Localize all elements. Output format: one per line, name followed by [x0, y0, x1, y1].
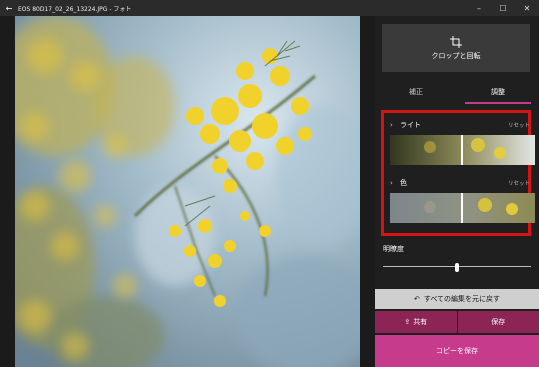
save-copy-label: コピーを保存	[436, 347, 478, 355]
light-label: ライト	[400, 121, 421, 129]
light-reset-link[interactable]: リセット	[508, 121, 530, 129]
tab-adjust-label: 調整	[491, 88, 505, 96]
color-preview-strip[interactable]	[390, 193, 535, 223]
maximize-icon[interactable]: ☐	[491, 4, 515, 13]
window-title: EOS 80D17_02_26_13224.JPG - フォト	[18, 5, 132, 13]
light-preview-image	[390, 135, 535, 165]
share-button[interactable]: ⇪ 共有	[375, 311, 457, 333]
light-section-header[interactable]: › ライト リセット	[390, 119, 530, 131]
chevron-right-icon: ›	[390, 179, 393, 187]
color-label: 色	[400, 179, 407, 187]
tab-adjust[interactable]: 調整	[457, 80, 539, 104]
crop-rotate-button[interactable]: クロップと回転	[382, 24, 530, 72]
save-button[interactable]: 保存	[457, 311, 539, 333]
color-reset-link[interactable]: リセット	[508, 179, 530, 187]
revert-all-label: すべての編集を元に戻す	[423, 295, 501, 303]
tab-enhance-label: 補正	[409, 88, 423, 96]
revert-all-button[interactable]: ↶ すべての編集を元に戻す	[375, 289, 539, 309]
tab-enhance[interactable]: 補正	[375, 80, 457, 104]
clarity-label: 明瞭度	[383, 245, 404, 253]
color-section-header[interactable]: › 色 リセット	[390, 177, 530, 189]
color-preview-image	[390, 193, 535, 223]
clarity-slider[interactable]	[383, 263, 531, 272]
clarity-slider-thumb[interactable]	[455, 263, 459, 272]
title-bar: ← EOS 80D17_02_26_13224.JPG - フォト – ☐ ✕	[0, 0, 539, 16]
undo-icon: ↶	[413, 295, 420, 303]
close-icon[interactable]: ✕	[515, 4, 539, 13]
mimosa-photo	[15, 16, 360, 367]
share-icon: ⇪	[404, 318, 411, 326]
light-preview-strip[interactable]	[390, 135, 535, 165]
edit-panel: クロップと回転 補正 調整 › ライト リセット › 色 リセット 明瞭度 ↶ …	[375, 16, 539, 367]
edit-tabs: 補正 調整	[375, 80, 539, 104]
share-save-row: ⇪ 共有 保存	[375, 311, 539, 333]
photo-preview	[15, 16, 360, 367]
save-copy-button[interactable]: コピーを保存	[375, 335, 539, 367]
back-arrow-icon[interactable]: ←	[0, 4, 18, 13]
adjustments-highlight: › ライト リセット › 色 リセット	[381, 110, 535, 236]
crop-icon	[450, 35, 462, 48]
share-label: 共有	[413, 318, 428, 326]
chevron-right-icon: ›	[390, 121, 393, 129]
photos-window: ← EOS 80D17_02_26_13224.JPG - フォト – ☐ ✕	[0, 0, 539, 367]
save-label: 保存	[491, 318, 506, 326]
crop-rotate-label: クロップと回転	[431, 51, 481, 60]
minimize-icon[interactable]: –	[467, 4, 491, 13]
